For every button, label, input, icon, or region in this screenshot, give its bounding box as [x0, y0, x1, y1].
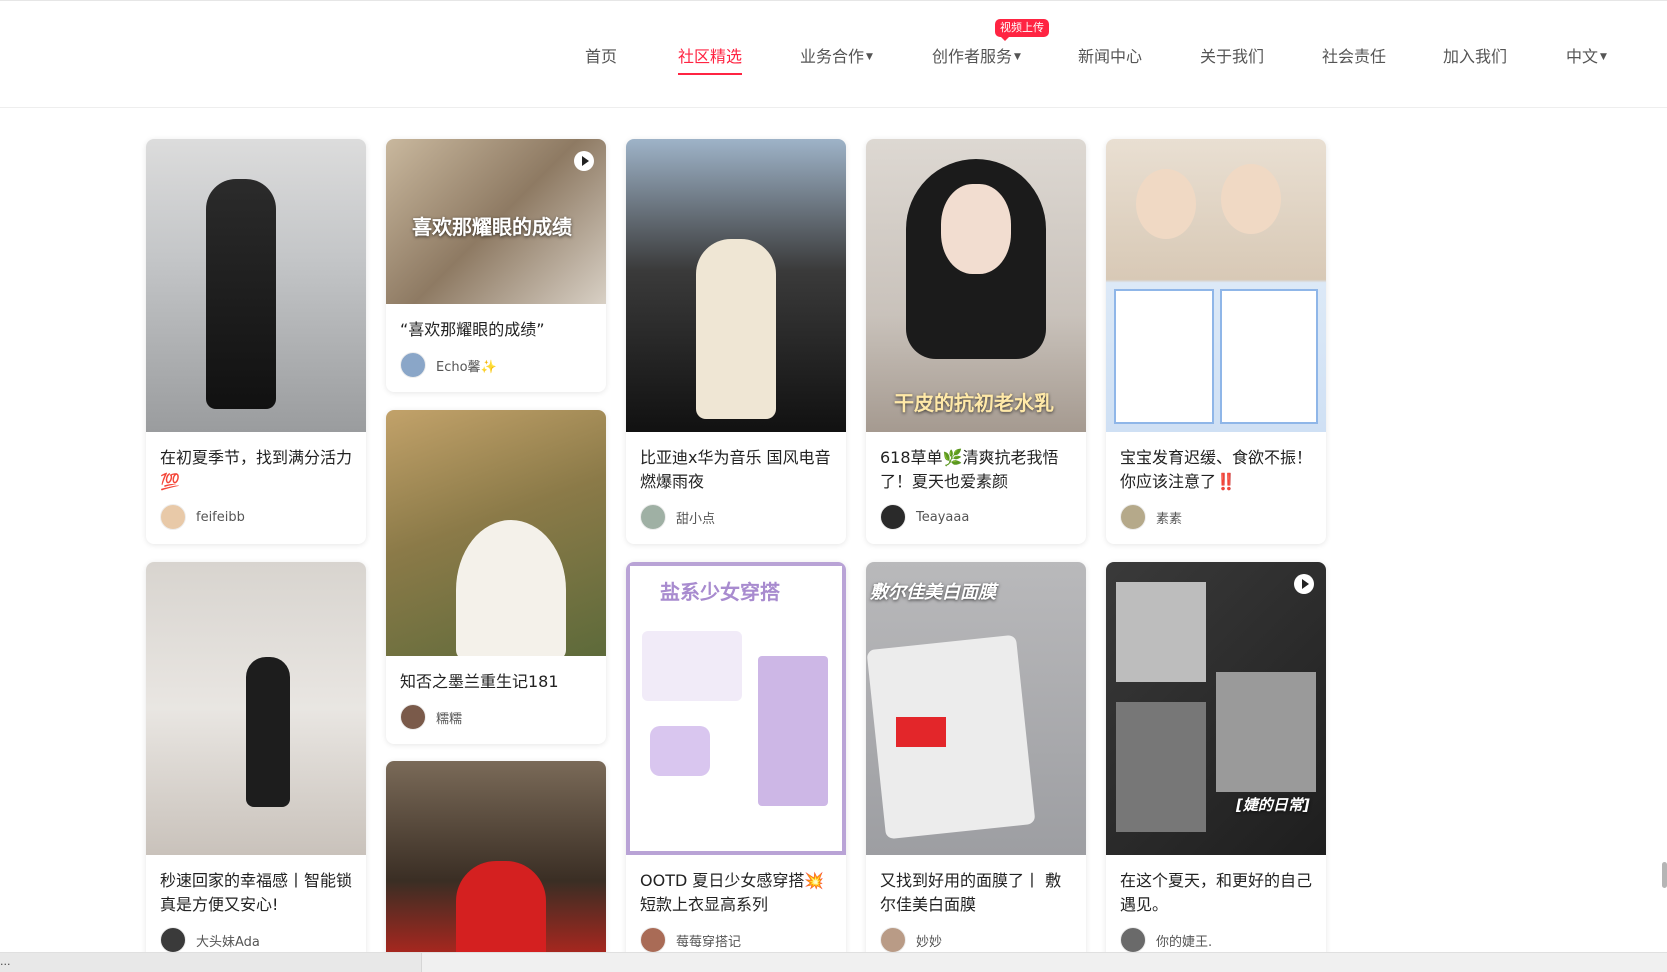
avatar [880, 927, 906, 952]
post-author[interactable]: 素素 [1106, 494, 1326, 544]
post-title: 知否之墨兰重生记181 [400, 672, 559, 691]
active-tab-underline [678, 73, 743, 75]
nav-home[interactable]: 首页 [585, 45, 617, 69]
cover-overlay-text: 盐系少女穿搭 [660, 580, 780, 604]
post-author[interactable]: 甜小点 [626, 494, 846, 544]
post-cover-image: 喜欢那耀眼的成绩 [386, 139, 606, 304]
nav-business[interactable]: 业务合作 ▼ [800, 45, 873, 69]
cover-overlay-text: 喜欢那耀眼的成绩 [412, 215, 572, 239]
post-title: OOTD 夏日少女感穿搭💥短款上衣显高系列 [640, 871, 825, 914]
nav-join[interactable]: 加入我们 [1443, 45, 1507, 69]
post-card[interactable]: 喜欢那耀眼的成绩 “喜欢那耀眼的成绩” Echo馨✨ [386, 139, 606, 392]
author-name: Teayaaa [916, 509, 970, 525]
author-name: 素素 [1156, 511, 1183, 527]
post-title: 比亚迪x华为音乐 国风电音燃爆雨夜 [640, 448, 831, 491]
avatar [160, 504, 186, 530]
author-name: Echo馨✨ [436, 359, 497, 375]
avatar [880, 504, 906, 530]
status-segment: ... [0, 953, 422, 972]
author-name: 妙妙 [916, 934, 943, 950]
author-name: 你的婕王. [1156, 934, 1213, 950]
nav-news[interactable]: 新闻中心 [1078, 45, 1142, 69]
post-cover-image [1106, 139, 1326, 432]
post-card[interactable]: 干皮的抗初老水乳 618草单🌿清爽抗老我悟了！夏天也爱素颜 Teayaaa [866, 139, 1086, 544]
post-card[interactable] [386, 761, 606, 952]
cover-overlay-text: 敷尔佳美白面膜 [870, 582, 996, 603]
cover-overlay-text: 干皮的抗初老水乳 [894, 391, 1054, 415]
author-name: 糯糯 [436, 711, 463, 727]
post-author[interactable]: 莓莓穿搭记 [626, 917, 846, 952]
nav-creator-label: 创作者服务 [932, 47, 1013, 66]
post-card[interactable]: 知否之墨兰重生记181 糯糯 [386, 410, 606, 744]
post-cover-image [146, 139, 366, 432]
author-name: 甜小点 [676, 511, 716, 527]
post-title: 618草单🌿清爽抗老我悟了！夏天也爱素颜 [880, 448, 1059, 491]
nav-news-label: 新闻中心 [1078, 47, 1143, 66]
post-cover-image [146, 562, 366, 855]
post-author[interactable]: 糯糯 [386, 694, 606, 744]
avatar [1120, 927, 1146, 952]
post-cover-image [386, 410, 606, 656]
author-name: 大头妹Ada [196, 934, 260, 950]
nav-home-label: 首页 [585, 47, 618, 66]
post-cover-image: 盐系少女穿搭 [626, 562, 846, 855]
caret-down-icon: ▼ [1014, 52, 1021, 62]
post-title: 在这个夏天，和更好的自己遇见。 [1120, 871, 1313, 914]
cover-overlay-text: [婕的日常] [1236, 796, 1310, 814]
nav-language[interactable]: 中文 ▼ [1566, 45, 1607, 69]
post-author[interactable]: 你的婕王. [1106, 917, 1326, 952]
post-title: 秒速回家的幸福感丨智能锁真是方便又安心! [160, 871, 353, 914]
play-icon [574, 151, 594, 171]
post-title: 在初夏季节，找到满分活力💯 [160, 448, 353, 491]
avatar [400, 352, 426, 378]
nav-join-label: 加入我们 [1443, 47, 1508, 66]
post-author[interactable]: feifeibb [146, 494, 366, 544]
community-feed: 在初夏季节，找到满分活力💯 feifeibb 秒速回家的幸福感丨智能锁真是方便又… [0, 108, 1667, 952]
status-text: ... [0, 955, 11, 968]
post-author[interactable]: Teayaaa [866, 494, 1086, 544]
nav-about[interactable]: 关于我们 [1200, 45, 1264, 69]
caret-down-icon: ▼ [866, 52, 873, 62]
nav-csr-label: 社会责任 [1322, 47, 1387, 66]
post-card[interactable]: 秒速回家的幸福感丨智能锁真是方便又安心! 大头妹Ada [146, 562, 366, 952]
post-card[interactable]: 盐系少女穿搭 OOTD 夏日少女感穿搭💥短款上衣显高系列 莓莓穿搭记 [626, 562, 846, 952]
nav-language-label: 中文 [1566, 47, 1599, 66]
nav-business-label: 业务合作 [800, 47, 865, 66]
post-card[interactable]: 比亚迪x华为音乐 国风电音燃爆雨夜 甜小点 [626, 139, 846, 544]
post-title: “喜欢那耀眼的成绩” [400, 320, 545, 339]
post-author[interactable]: 大头妹Ada [146, 917, 366, 952]
caret-down-icon: ▼ [1600, 52, 1607, 62]
author-name: feifeibb [196, 509, 245, 525]
avatar [1120, 504, 1146, 530]
avatar [640, 927, 666, 952]
post-card[interactable]: 在初夏季节，找到满分活力💯 feifeibb [146, 139, 366, 544]
post-cover-image: 敷尔佳美白面膜 [866, 562, 1086, 855]
post-card[interactable]: 敷尔佳美白面膜 又找到好用的面膜了丨 敷尔佳美白面膜 妙妙 [866, 562, 1086, 952]
avatar [160, 927, 186, 952]
nav-about-label: 关于我们 [1200, 47, 1265, 66]
post-cover-image: 干皮的抗初老水乳 [866, 139, 1086, 432]
main-nav: 首页 社区精选 业务合作 ▼ 视频上传 创作者服务 ▼ 新闻中心 关于我们 社会责任… [0, 19, 1667, 75]
post-title: 宝宝发育迟缓、食欲不振！你应该注意了‼️ [1120, 448, 1313, 491]
avatar [640, 504, 666, 530]
post-cover-image: [婕的日常] [1106, 562, 1326, 855]
browser-status-bar: ... [0, 952, 1667, 972]
site-header: 首页 社区精选 业务合作 ▼ 视频上传 创作者服务 ▼ 新闻中心 关于我们 社会责任… [0, 0, 1667, 108]
nav-csr[interactable]: 社会责任 [1322, 45, 1386, 69]
post-author[interactable]: 妙妙 [866, 917, 1086, 952]
play-icon [1294, 574, 1314, 594]
avatar [400, 704, 426, 730]
nav-community[interactable]: 社区精选 [678, 45, 743, 75]
post-cover-image [386, 761, 606, 952]
nav-badge: 视频上传 [995, 19, 1049, 41]
post-title: 又找到好用的面膜了丨 敷尔佳美白面膜 [880, 871, 1062, 914]
post-card[interactable]: 宝宝发育迟缓、食欲不振！你应该注意了‼️ 素素 [1106, 139, 1326, 544]
post-cover-image [626, 139, 846, 432]
post-author[interactable]: Echo馨✨ [386, 342, 606, 392]
author-name: 莓莓穿搭记 [676, 934, 742, 950]
nav-community-label: 社区精选 [678, 47, 743, 66]
scrollbar-thumb[interactable] [1662, 862, 1667, 888]
post-card[interactable]: [婕的日常] 在这个夏天，和更好的自己遇见。 你的婕王. [1106, 562, 1326, 952]
nav-creator[interactable]: 视频上传 创作者服务 ▼ [932, 19, 1049, 69]
